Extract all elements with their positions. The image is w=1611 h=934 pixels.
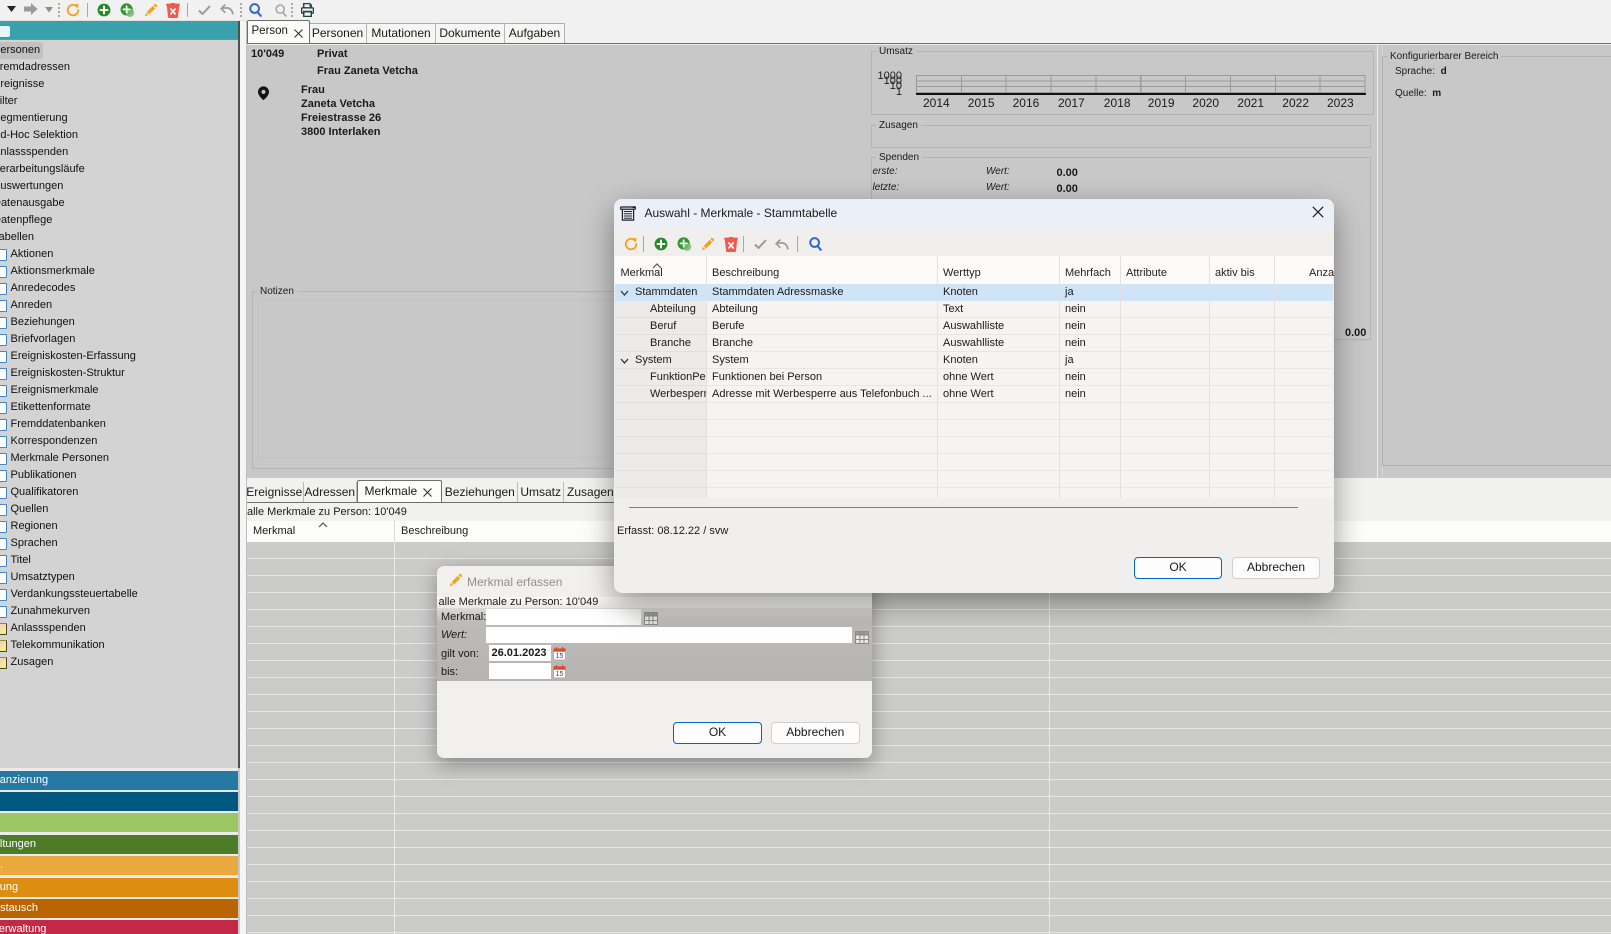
svg-text:15: 15: [555, 671, 563, 678]
svg-text:15: 15: [555, 653, 563, 660]
